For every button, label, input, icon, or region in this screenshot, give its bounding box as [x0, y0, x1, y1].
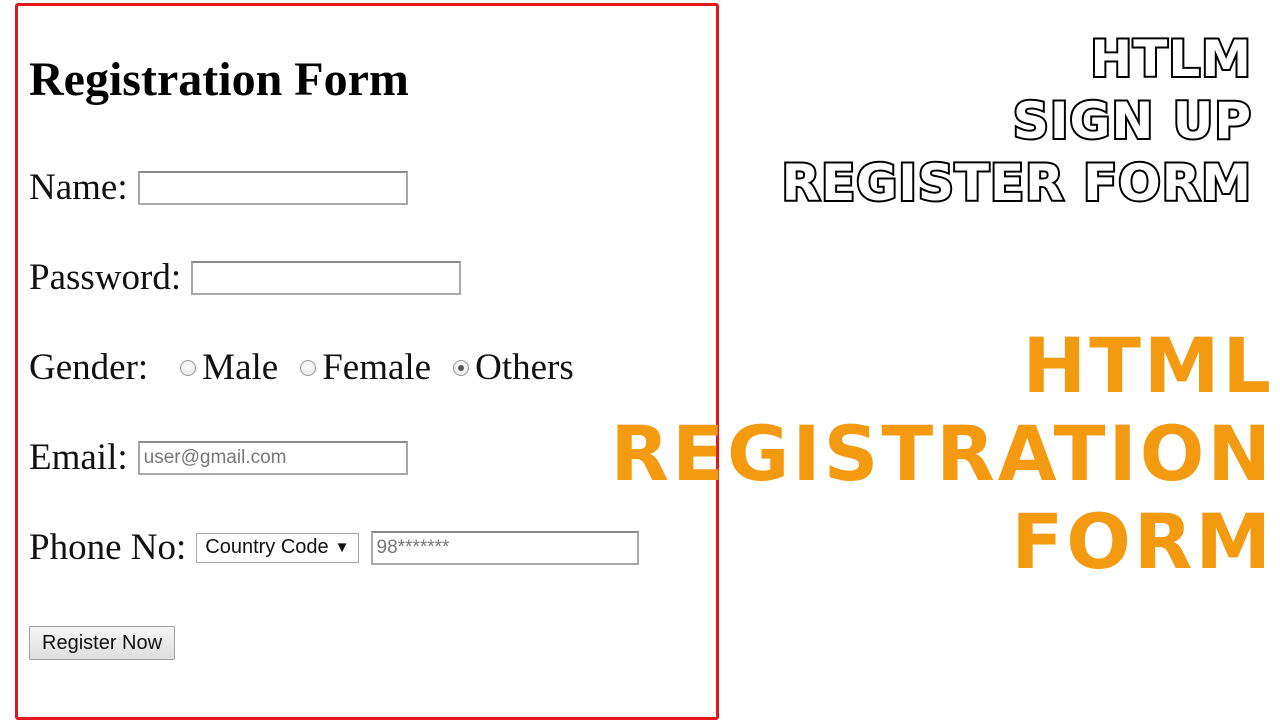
caption-main-line: REGISTRATION [610, 409, 1274, 498]
form-title: Registration Form [29, 53, 409, 106]
caption-main-line: FORM [1011, 497, 1274, 586]
country-code-select[interactable]: Country Code ▼ [196, 532, 359, 563]
phone-input[interactable] [370, 530, 639, 565]
password-row: Password: [29, 256, 462, 299]
gender-option-male[interactable]: Male [180, 346, 278, 389]
radio-female[interactable] [300, 359, 317, 376]
gender-option-female[interactable]: Female [300, 346, 431, 389]
caption-top-line: REGISTER FORM [780, 152, 1253, 214]
gender-label: Gender: [29, 347, 149, 388]
email-row: Email: [29, 436, 408, 479]
gender-option-others[interactable]: Others [453, 346, 574, 389]
radio-label-others: Others [475, 347, 574, 388]
caption-main: HTML REGISTRATION FORM [611, 322, 1274, 586]
name-row: Name: [29, 166, 408, 209]
chevron-down-icon: ▼ [334, 539, 350, 556]
radio-label-male: Male [202, 347, 279, 388]
radio-male[interactable] [180, 359, 197, 376]
password-label: Password: [29, 257, 182, 298]
radio-others[interactable] [453, 359, 470, 376]
password-input[interactable] [191, 260, 462, 295]
register-now-button[interactable]: Register Now [29, 626, 176, 660]
caption-top-line: SIGN UP [1011, 90, 1253, 152]
caption-top: HTLM SIGN UP REGISTER FORM [780, 28, 1253, 214]
caption-main-line: HTML [1022, 321, 1274, 410]
country-code-value: Country Code [205, 536, 329, 558]
phone-row: Phone No: Country Code ▼ [29, 526, 639, 569]
gender-row: Gender: Male Female Others [29, 346, 574, 389]
caption-top-line: HTLM [1088, 28, 1253, 90]
name-label: Name: [29, 167, 128, 208]
radio-label-female: Female [322, 347, 432, 388]
name-input[interactable] [137, 170, 408, 205]
email-label: Email: [29, 437, 128, 478]
phone-label: Phone No: [29, 527, 187, 568]
email-input[interactable] [137, 440, 408, 475]
